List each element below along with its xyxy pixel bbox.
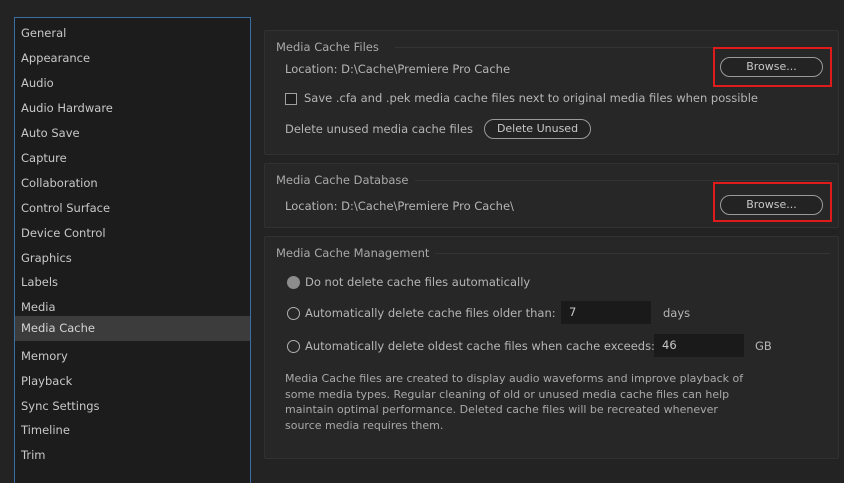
save-cfa-pek-label[interactable]: Save .cfa and .pek media cache files nex… — [304, 91, 758, 105]
exceeds-label[interactable]: Automatically delete oldest cache files … — [305, 339, 655, 353]
description-line: source media requires them. — [285, 418, 444, 432]
older-than-label[interactable]: Automatically delete cache files older t… — [305, 306, 556, 320]
exceeds-radio[interactable] — [287, 340, 300, 353]
sidebar-item-labels[interactable]: Labels — [15, 270, 250, 295]
exceeds-unit: GB — [755, 339, 772, 353]
description-line: some media types. Regular cleaning of ol… — [285, 387, 730, 401]
media-cache-database-location: Location: D:\Cache\Premiere Pro Cache\ — [285, 199, 514, 213]
group-title-rule — [395, 47, 830, 48]
sidebar-item-playback[interactable]: Playback — [15, 369, 250, 394]
media-cache-files-group: Media Cache Files Location: D:\Cache\Pre… — [264, 30, 839, 155]
preferences-window: General Appearance Audio Audio Hardware … — [0, 0, 844, 483]
delete-unused-text: Delete unused media cache files — [285, 122, 474, 136]
sidebar-item-trim[interactable]: Trim — [15, 443, 250, 468]
description-line: maintain optimal performance. Deleted ca… — [285, 403, 718, 416]
media-cache-files-title: Media Cache Files — [276, 40, 379, 54]
sidebar-item-auto-save[interactable]: Auto Save — [15, 121, 250, 146]
older-than-radio[interactable] — [287, 307, 300, 320]
group-title-rule — [415, 180, 830, 181]
older-than-unit: days — [663, 306, 691, 320]
sidebar-item-media-cache[interactable]: Media Cache — [15, 316, 250, 341]
media-cache-database-title: Media Cache Database — [276, 173, 409, 187]
sidebar-item-sync-settings[interactable]: Sync Settings — [15, 394, 250, 419]
group-title-rule — [435, 253, 830, 254]
media-cache-database-group: Media Cache Database Location: D:\Cache\… — [264, 163, 839, 228]
media-cache-files-browse-button[interactable]: Browse... — [720, 57, 823, 77]
sidebar-item-general[interactable]: General — [15, 21, 250, 46]
media-cache-database-browse-button[interactable]: Browse... — [720, 195, 823, 215]
sidebar-item-audio-hardware[interactable]: Audio Hardware — [15, 96, 250, 121]
media-cache-files-location: Location: D:\Cache\Premiere Pro Cache — [285, 62, 511, 76]
media-cache-description: Media Cache files are created to display… — [285, 371, 765, 433]
sidebar-item-control-surface[interactable]: Control Surface — [15, 196, 250, 221]
save-cfa-pek-checkbox[interactable] — [285, 93, 297, 105]
sidebar-item-memory[interactable]: Memory — [15, 344, 250, 369]
sidebar-item-capture[interactable]: Capture — [15, 146, 250, 171]
media-cache-management-title: Media Cache Management — [276, 246, 430, 260]
older-than-days-input[interactable]: 7 — [561, 301, 651, 324]
delete-unused-button[interactable]: Delete Unused — [484, 119, 591, 139]
sidebar-item-graphics[interactable]: Graphics — [15, 246, 250, 271]
sidebar-item-device-control[interactable]: Device Control — [15, 221, 250, 246]
sidebar-item-collaboration[interactable]: Collaboration — [15, 171, 250, 196]
media-cache-management-group: Media Cache Management Do not delete cac… — [264, 236, 839, 459]
description-line: Media Cache files are created to display… — [285, 372, 744, 385]
no-delete-radio[interactable] — [287, 276, 300, 289]
exceeds-gb-input[interactable]: 46 — [654, 334, 744, 357]
sidebar-item-timeline[interactable]: Timeline — [15, 418, 250, 443]
sidebar-item-audio[interactable]: Audio — [15, 71, 250, 96]
no-delete-label[interactable]: Do not delete cache files automatically — [305, 275, 530, 289]
sidebar-item-appearance[interactable]: Appearance — [15, 46, 250, 71]
preferences-sidebar: General Appearance Audio Audio Hardware … — [14, 17, 251, 483]
